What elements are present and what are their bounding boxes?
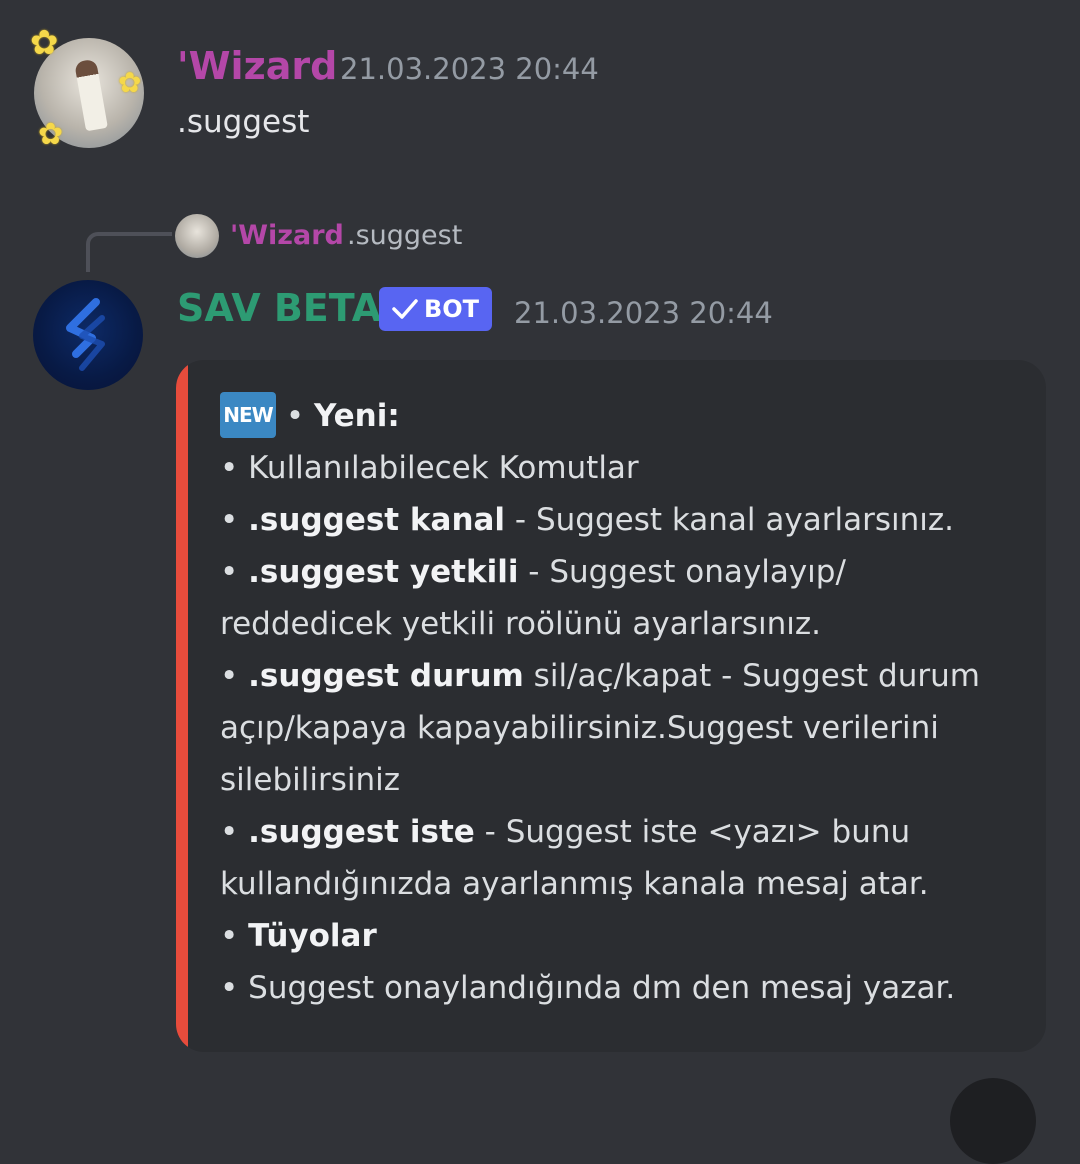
- line-text: silebilirsiniz: [220, 762, 401, 798]
- new-icon: NEW: [220, 391, 276, 438]
- embed-line: açıp/kapaya kapayabilirsiniz.Suggest ver…: [220, 702, 1020, 754]
- embed-line: • Tüyolar: [220, 910, 1020, 962]
- embed-line: silebilirsiniz: [220, 754, 1020, 806]
- bot-avatar[interactable]: [33, 280, 143, 390]
- line-bold: .suggest kanal: [248, 502, 506, 538]
- bot-message-timestamp: 21.03.2023 20:44: [514, 296, 773, 330]
- line-prefix: •: [220, 814, 249, 850]
- avatar-figure: [74, 58, 108, 132]
- sav-logo-icon: [66, 298, 105, 371]
- line-text: açıp/kapaya kapayabilirsiniz.Suggest ver…: [220, 710, 939, 746]
- reply-text[interactable]: .suggest: [347, 220, 462, 251]
- embed-accent-bar: [176, 360, 188, 1052]
- line-text: reddedicek yetkili roölünü ayarlarsınız.: [220, 606, 821, 642]
- line-text: - Suggest iste <yazı> bunu: [474, 814, 911, 850]
- line-prefix: •: [220, 450, 249, 486]
- message-timestamp: 21.03.2023 20:44: [340, 52, 599, 86]
- bot-author[interactable]: SAV BETA: [177, 286, 381, 330]
- scroll-to-bottom-button[interactable]: [950, 1078, 1036, 1164]
- embed-line: • .suggest yetkili - Suggest onaylayıp/: [220, 546, 1020, 598]
- line-prefix: •: [220, 658, 249, 694]
- message-embed: NEW • Yeni: • Kullanılabilecek Komutlar …: [176, 360, 1046, 1052]
- line-text: Suggest onaylandığında dm den mesaj yaza…: [248, 970, 956, 1006]
- embed-line: • .suggest iste - Suggest iste <yazı> bu…: [220, 806, 1020, 858]
- embed-line: • Suggest onaylandığında dm den mesaj ya…: [220, 962, 1020, 1014]
- line-prefix: •: [220, 554, 249, 590]
- line-text: - Suggest kanal ayarlarsınız.: [505, 502, 954, 538]
- flower-icon: ✿: [38, 117, 64, 152]
- reply-author[interactable]: 'Wizard: [230, 220, 344, 251]
- reply-avatar[interactable]: [175, 214, 219, 258]
- embed-line: • Kullanılabilecek Komutlar: [220, 442, 1020, 494]
- line-prefix: •: [276, 398, 314, 434]
- line-prefix: •: [220, 918, 249, 954]
- line-bold: .suggest durum: [248, 658, 524, 694]
- embed-description: NEW • Yeni: • Kullanılabilecek Komutlar …: [220, 390, 1020, 1014]
- message-text: .suggest: [177, 104, 310, 140]
- embed-line: kullandığınızda ayarlanmış kanala mesaj …: [220, 858, 1020, 910]
- line-text: - Suggest onaylayıp/: [518, 554, 846, 590]
- line-prefix: •: [220, 970, 249, 1006]
- embed-line: • .suggest kanal - Suggest kanal ayarlar…: [220, 494, 1020, 546]
- reply-connector: [86, 232, 172, 272]
- line-bold: .suggest yetkili: [248, 554, 519, 590]
- line-bold: .suggest iste: [248, 814, 475, 850]
- line-prefix: •: [220, 502, 249, 538]
- bot-badge-label: BOT: [423, 295, 480, 323]
- line-text: sil/aç/kapat - Suggest durum: [523, 658, 980, 694]
- line-text: Kullanılabilecek Komutlar: [248, 450, 639, 486]
- embed-line: reddedicek yetkili roölünü ayarlarsınız.: [220, 598, 1020, 650]
- flower-icon: ✿: [30, 23, 59, 63]
- flower-icon: ✿: [118, 66, 142, 99]
- message-author[interactable]: 'Wizard: [177, 44, 337, 88]
- bot-badge: BOT: [379, 287, 492, 331]
- embed-line: • .suggest durum sil/aç/kapat - Suggest …: [220, 650, 1020, 702]
- checkmark-icon: [392, 299, 418, 319]
- embed-line: NEW • Yeni:: [220, 390, 1020, 442]
- line-bold: Yeni:: [314, 398, 400, 434]
- line-text: kullandığınızda ayarlanmış kanala mesaj …: [220, 866, 929, 902]
- line-bold: Tüyolar: [248, 918, 377, 954]
